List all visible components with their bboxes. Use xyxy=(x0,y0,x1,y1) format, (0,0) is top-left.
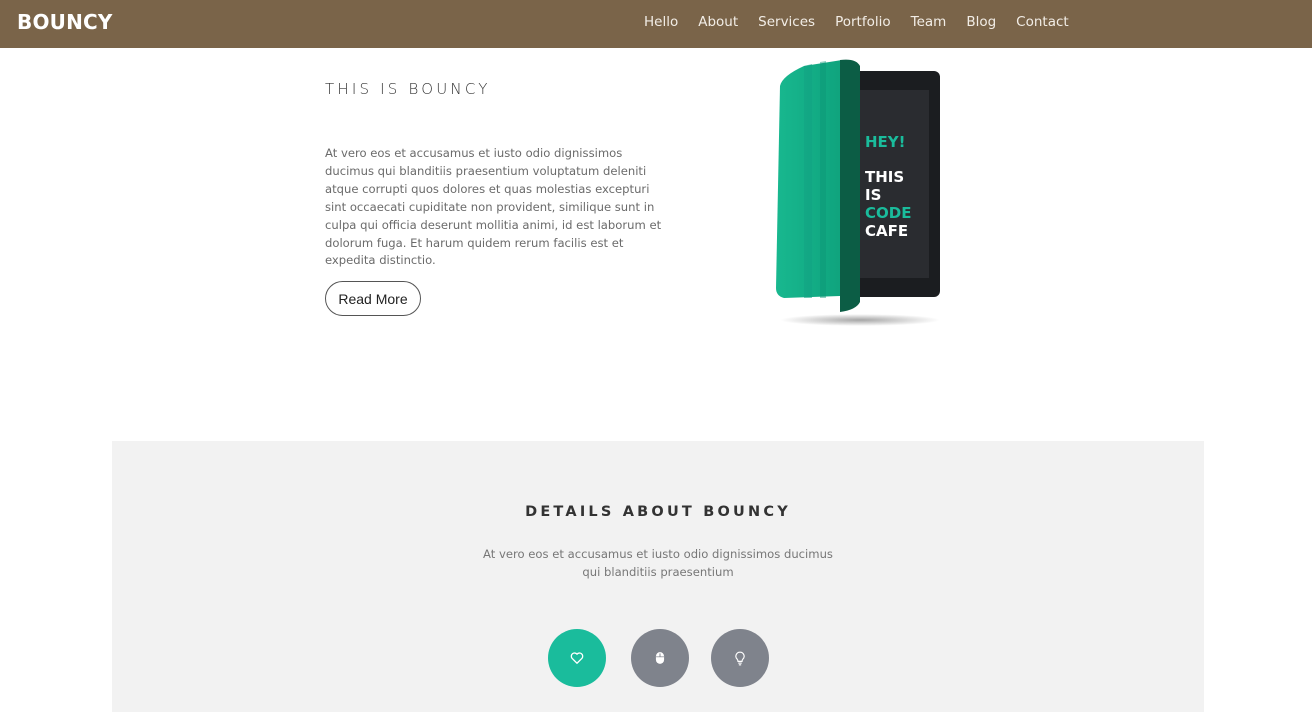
nav-contact[interactable]: Contact xyxy=(1016,14,1069,30)
tablet-image: HEY! THIS IS CODE CAFE xyxy=(760,52,960,337)
tablet-text-hey: HEY! xyxy=(865,133,906,151)
tablet-text-is: IS xyxy=(865,186,881,204)
lightbulb-feature-button[interactable] xyxy=(711,629,769,687)
mouse-feature-button[interactable] xyxy=(631,629,689,687)
read-more-button[interactable]: Read More xyxy=(325,281,421,316)
tablet-text-this: THIS xyxy=(865,168,904,186)
hero-description: At vero eos et accusamus et iusto odio d… xyxy=(325,146,662,268)
lightbulb-icon xyxy=(735,651,745,665)
nav-team[interactable]: Team xyxy=(911,14,947,30)
nav-blog[interactable]: Blog xyxy=(966,14,996,30)
nav-portfolio[interactable]: Portfolio xyxy=(835,14,891,30)
nav-about[interactable]: About xyxy=(698,14,738,30)
details-section: DETAILS ABOUT BOUNCY At vero eos et accu… xyxy=(112,441,1204,712)
nav-services[interactable]: Services xyxy=(758,14,815,30)
nav-hello[interactable]: Hello xyxy=(644,14,678,30)
heart-feature-button[interactable] xyxy=(548,629,606,687)
hero-title: THIS IS BOUNCY xyxy=(325,80,491,98)
details-description: At vero eos et accusamus et iusto odio d… xyxy=(483,547,833,579)
tablet-text-cafe: CAFE xyxy=(865,222,908,240)
details-title: DETAILS ABOUT BOUNCY xyxy=(525,504,791,520)
top-navbar: BOUNCY Hello About Services Portfolio Te… xyxy=(0,0,1312,48)
heart-icon xyxy=(570,652,584,664)
tablet-illustration: HEY! THIS IS CODE CAFE xyxy=(776,59,940,326)
mouse-icon xyxy=(655,652,665,664)
tablet-text-code: CODE xyxy=(865,204,911,222)
brand-logo[interactable]: BOUNCY xyxy=(17,10,113,34)
main-nav: Hello About Services Portfolio Team Blog… xyxy=(644,14,1089,30)
